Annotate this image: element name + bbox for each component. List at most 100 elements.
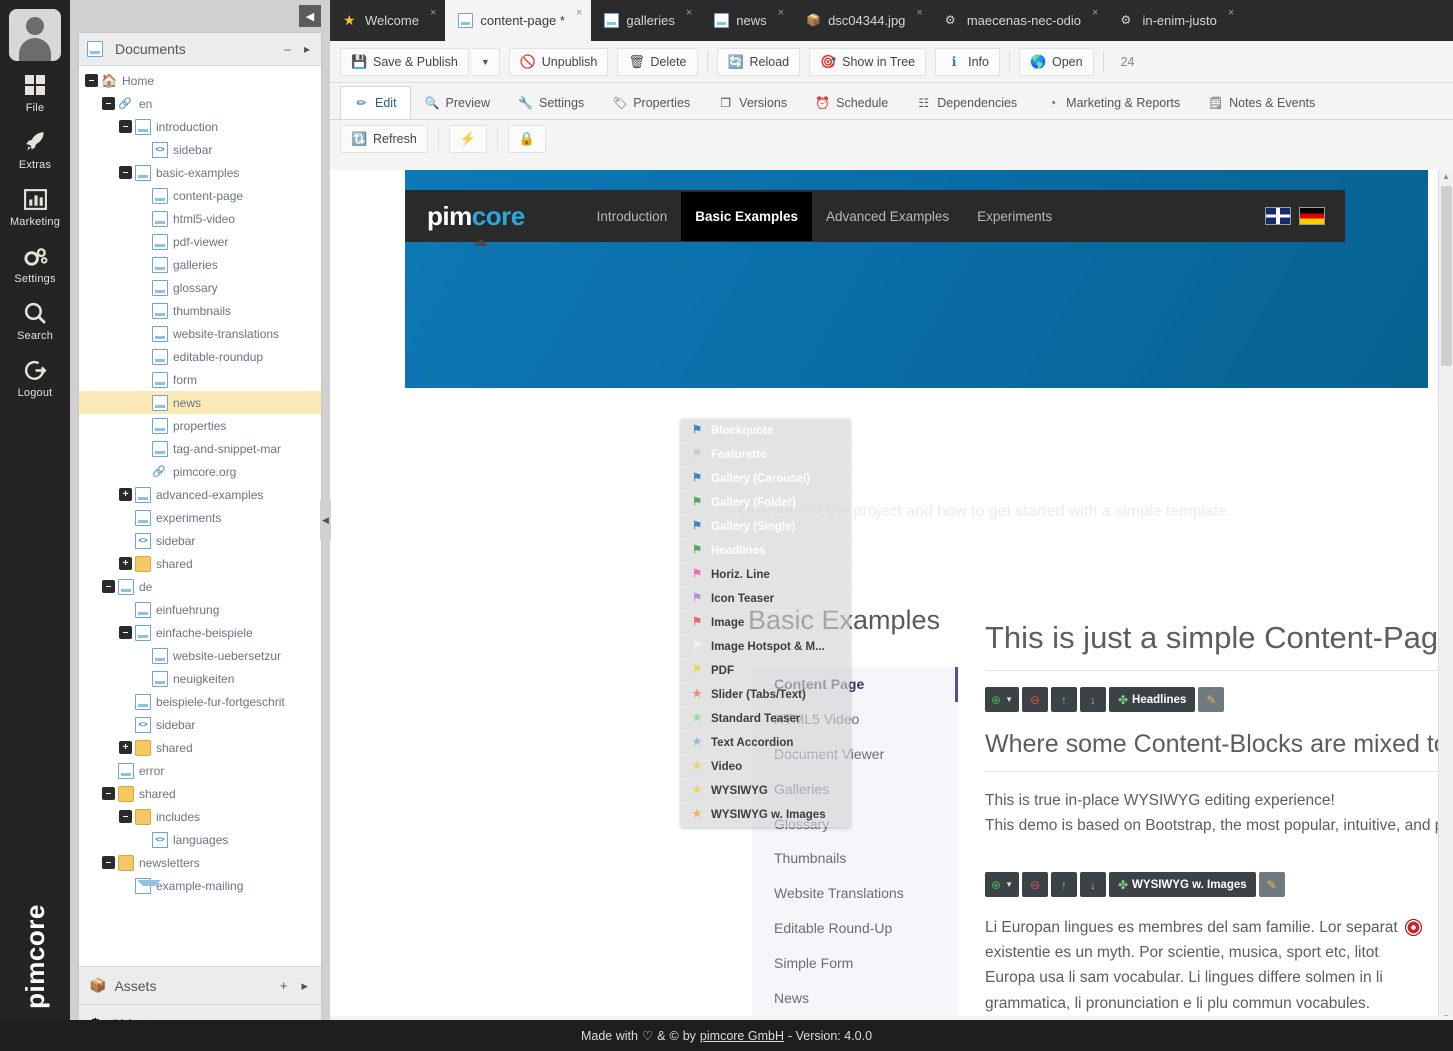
- lock-button[interactable]: 🔒: [507, 124, 546, 153]
- close-icon[interactable]: ×: [430, 7, 436, 19]
- brick-menu-item[interactable]: ⚑ Horiz. Line: [681, 563, 850, 587]
- tree-node[interactable]: website-uebersetzur: [79, 644, 321, 667]
- tree-node[interactable]: – 🏠 Home: [79, 69, 321, 92]
- tree-node[interactable]: – einfache-beispiele: [79, 621, 321, 644]
- preview-scrollbar[interactable]: ▲ ▼: [1438, 170, 1453, 1025]
- delete-button[interactable]: 🗑 Delete: [617, 47, 698, 76]
- brick-menu-item[interactable]: ⚑ Headlines: [681, 539, 850, 563]
- close-icon[interactable]: ×: [778, 7, 784, 19]
- sub-tab-settings[interactable]: 🔧 Settings: [504, 86, 598, 119]
- move-block-down-button-2[interactable]: ↓: [1079, 872, 1106, 898]
- tree-node[interactable]: <> sidebar: [79, 138, 321, 161]
- document-tab[interactable]: content-page * ×: [445, 0, 592, 41]
- collapse-node-icon[interactable]: –: [102, 787, 115, 800]
- document-tab[interactable]: ⚙ maecenas-nec-odio ×: [931, 0, 1108, 41]
- brick-menu-item[interactable]: ⚑ Gallery (Folder): [681, 491, 850, 515]
- collapse-node-icon[interactable]: –: [119, 120, 132, 133]
- flag-uk-icon[interactable]: [1265, 207, 1291, 225]
- tree-node[interactable]: editable-roundup: [79, 345, 321, 368]
- tree-node[interactable]: – shared: [79, 782, 321, 805]
- tree-node[interactable]: + shared: [79, 552, 321, 575]
- editable-toolbar-wysiwyg[interactable]: ⊕ ▼ ⊖ ↑ ↓ ✤ WYSIWYG w. Images ✎: [985, 872, 1438, 898]
- tree-node[interactable]: pimcore.org: [79, 460, 321, 483]
- tree-collapse-all-button[interactable]: –: [281, 42, 294, 56]
- collapse-node-icon[interactable]: –: [102, 97, 115, 110]
- collapse-node-icon[interactable]: –: [119, 626, 132, 639]
- tree-node[interactable]: pdf-viewer: [79, 230, 321, 253]
- block-type-headlines[interactable]: ✤ Headlines: [1108, 687, 1196, 712]
- tree-node[interactable]: beispiele-fur-fortgeschrit: [79, 690, 321, 713]
- tree-node[interactable]: news: [79, 391, 321, 414]
- sub-tab-notes-events[interactable]: 🗒 Notes & Events: [1194, 86, 1329, 119]
- site-nav-advanced-examples[interactable]: Advanced Examples: [812, 192, 963, 241]
- brick-menu-item[interactable]: ★ Text Accordion: [681, 731, 850, 755]
- rail-item-file[interactable]: File: [0, 61, 70, 118]
- brick-menu-item[interactable]: ⚑ Gallery (Single): [681, 515, 850, 539]
- save-options-caret-button[interactable]: ▼: [471, 47, 500, 76]
- add-block-button[interactable]: ⊕ ▼: [985, 687, 1019, 712]
- page-nav-item[interactable]: News: [752, 981, 958, 1016]
- tree-node[interactable]: – de: [79, 575, 321, 598]
- tree-node-list[interactable]: –🏠Home–en–introduction<>sidebar–basic-ex…: [79, 66, 321, 966]
- brick-menu-item[interactable]: ⚑ Blockquote: [681, 419, 850, 443]
- tree-node[interactable]: + shared: [79, 736, 321, 759]
- tree-node[interactable]: <> sidebar: [79, 713, 321, 736]
- close-icon[interactable]: ×: [1228, 7, 1234, 19]
- company-link[interactable]: pimcore GmbH: [700, 1029, 784, 1043]
- page-nav-item[interactable]: Thumbnails: [752, 841, 958, 876]
- brick-menu-item[interactable]: ★ Standard Teaser: [681, 707, 850, 731]
- sub-tab-dependencies[interactable]: ☷ Dependencies: [902, 86, 1031, 119]
- move-block-up-button-2[interactable]: ↑: [1050, 872, 1077, 898]
- rail-item-extras[interactable]: Extras: [0, 118, 70, 175]
- tree-menu-button[interactable]: ▸: [301, 42, 313, 56]
- close-icon[interactable]: ×: [576, 7, 582, 19]
- tree-node[interactable]: <> languages: [79, 828, 321, 851]
- sub-tab-properties[interactable]: 🏷 Properties: [598, 86, 704, 119]
- page-nav-item[interactable]: Simple Form: [752, 946, 958, 981]
- tree-node[interactable]: error: [79, 759, 321, 782]
- tree-node[interactable]: website-translations: [79, 322, 321, 345]
- expand-node-icon[interactable]: +: [119, 557, 132, 570]
- brick-menu-item[interactable]: ⚑ Image: [681, 611, 850, 635]
- document-tab[interactable]: ⚙ in-enim-justo ×: [1107, 0, 1244, 41]
- tree-node[interactable]: properties: [79, 414, 321, 437]
- tree-node[interactable]: glossary: [79, 276, 321, 299]
- brick-menu-item[interactable]: ⚑ Image Hotspot & M...: [681, 635, 850, 659]
- page-nav-item[interactable]: Website Translations: [752, 876, 958, 911]
- collapse-node-icon[interactable]: –: [102, 580, 115, 593]
- tree-node[interactable]: example-mailing: [79, 874, 321, 897]
- tree-node[interactable]: thumbnails: [79, 299, 321, 322]
- collapse-node-icon[interactable]: –: [102, 856, 115, 869]
- brick-menu-item[interactable]: ★ Video: [681, 755, 850, 779]
- expand-node-icon[interactable]: +: [119, 741, 132, 754]
- brick-menu-item[interactable]: ⚑ Featurette: [681, 443, 850, 467]
- edit-block-button-2[interactable]: ✎: [1258, 872, 1285, 898]
- panel-splitter-handle[interactable]: ◀: [320, 500, 331, 540]
- move-block-up-button[interactable]: ↑: [1050, 687, 1077, 712]
- document-sub-tabs[interactable]: ✏ Edit 🔍 Preview 🔧 Settings 🏷 Properties ❐ Versio…: [330, 83, 1453, 120]
- info-button[interactable]: ℹ Info: [935, 47, 1000, 76]
- user-avatar[interactable]: [9, 9, 61, 61]
- refresh-button[interactable]: 🔃 Refresh: [340, 124, 428, 153]
- tree-node[interactable]: – includes: [79, 805, 321, 828]
- brick-menu-item[interactable]: ⚑ Gallery (Carousel): [681, 467, 850, 491]
- rail-item-search[interactable]: Search: [0, 289, 70, 346]
- collapse-panel-button[interactable]: ◀: [299, 5, 321, 27]
- tree-node[interactable]: – basic-examples: [79, 161, 321, 184]
- editable-toolbar-headlines[interactable]: ⊕ ▼ ⊖ ↑ ↓ ✤ Headlines ✎: [985, 687, 1438, 712]
- scroll-up-arrow-icon[interactable]: ▲: [1439, 170, 1453, 184]
- tree-node[interactable]: neuigkeiten: [79, 667, 321, 690]
- sub-tab-preview[interactable]: 🔍 Preview: [411, 86, 504, 119]
- assets-more-button[interactable]: ▸: [298, 978, 311, 994]
- collapse-node-icon[interactable]: –: [119, 166, 132, 179]
- tree-node[interactable]: einfuehrung: [79, 598, 321, 621]
- sub-tab-versions[interactable]: ❐ Versions: [704, 86, 801, 119]
- tree-node[interactable]: – introduction: [79, 115, 321, 138]
- site-logo[interactable]: pimcore: [427, 201, 525, 246]
- close-icon[interactable]: ×: [1092, 7, 1098, 19]
- close-icon[interactable]: ×: [686, 7, 692, 19]
- tree-node[interactable]: form: [79, 368, 321, 391]
- unpublish-button[interactable]: 🚫 Unpublish: [508, 47, 609, 76]
- tree-node[interactable]: content-page: [79, 184, 321, 207]
- tree-node[interactable]: tag-and-snippet-mar: [79, 437, 321, 460]
